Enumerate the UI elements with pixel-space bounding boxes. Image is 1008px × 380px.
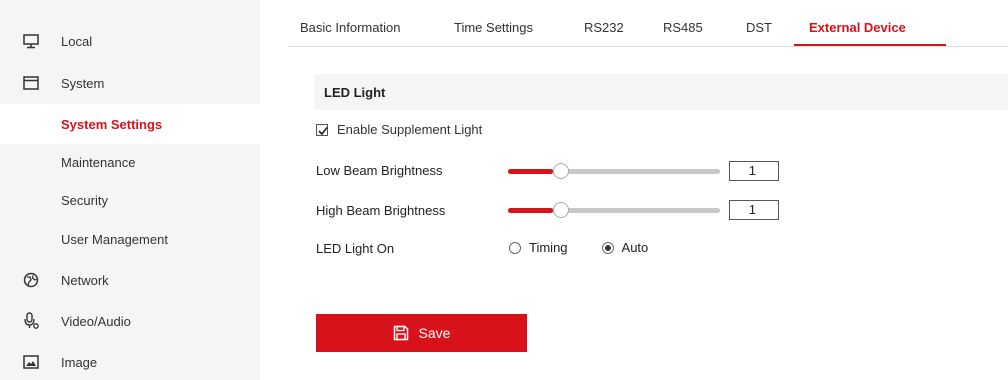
timing-radio[interactable] — [509, 241, 521, 254]
window-icon — [22, 74, 40, 92]
sidebar-item-maintenance[interactable]: Maintenance — [0, 142, 260, 182]
tab-time-settings[interactable]: Time Settings — [454, 10, 533, 46]
sidebar-item-system-settings[interactable]: System Settings — [0, 104, 260, 144]
sidebar-item-system[interactable]: System — [0, 63, 260, 103]
sidebar-item-label: Video/Audio — [61, 313, 131, 329]
enable-supplement-light-label: Enable Supplement Light — [337, 122, 483, 137]
sidebar-item-user-management[interactable]: User Management — [0, 219, 260, 259]
low-beam-label: Low Beam Brightness — [316, 163, 443, 178]
low-beam-slider[interactable] — [508, 163, 720, 179]
sidebar-item-local[interactable]: Local — [0, 21, 260, 61]
low-beam-value-input[interactable]: 1 — [729, 161, 779, 181]
tab-external-device[interactable]: External Device — [809, 10, 906, 46]
save-button-label: Save — [418, 325, 451, 341]
sidebar-item-label: Security — [61, 192, 108, 208]
sidebar-item-security[interactable]: Security — [0, 180, 260, 220]
sidebar-item-video-audio[interactable]: Video/Audio — [0, 301, 260, 341]
sidebar-item-label: System — [61, 75, 105, 91]
high-beam-value-input[interactable]: 1 — [729, 200, 779, 220]
enable-supplement-light-row[interactable]: Enable Supplement Light — [316, 122, 482, 137]
save-button[interactable]: Save — [316, 314, 527, 352]
microphone-icon — [22, 312, 40, 330]
high-beam-label: High Beam Brightness — [316, 203, 446, 218]
auto-radio-label: Auto — [621, 240, 649, 255]
sidebar-item-label: Image — [61, 354, 98, 370]
sidebar-item-label: System Settings — [61, 116, 163, 132]
floppy-disk-icon — [393, 325, 409, 341]
slider-fill — [508, 208, 553, 213]
active-tab-indicator — [794, 44, 946, 46]
tab-dst[interactable]: DST — [746, 10, 772, 46]
sidebar-item-label: Maintenance — [61, 154, 136, 170]
section-header: LED Light — [314, 74, 1008, 110]
slider-thumb[interactable] — [553, 202, 569, 218]
sidebar-item-label: Network — [61, 272, 109, 288]
auto-radio[interactable] — [601, 241, 614, 254]
monitor-icon — [22, 32, 40, 50]
section-title: LED Light — [324, 84, 386, 100]
sidebar-item-network[interactable]: Network — [0, 260, 260, 300]
sidebar-item-label: Local — [61, 33, 93, 49]
sidebar-item-label: User Management — [61, 231, 168, 247]
image-icon — [22, 353, 40, 371]
enable-supplement-light-checkbox[interactable] — [316, 123, 328, 136]
led-light-on-radio-group: Timing Auto — [509, 240, 648, 255]
slider-fill — [508, 169, 553, 174]
tab-basic-information[interactable]: Basic Information — [300, 10, 400, 46]
checkmark-icon — [318, 126, 328, 135]
tab-rs232[interactable]: RS232 — [584, 10, 624, 46]
tab-bar: Basic Information Time Settings RS232 RS… — [288, 10, 1008, 46]
led-light-on-label: LED Light On — [316, 241, 395, 256]
slider-thumb[interactable] — [553, 163, 569, 179]
tab-rs485[interactable]: RS485 — [663, 10, 703, 46]
sidebar-item-image[interactable]: Image — [0, 342, 260, 380]
tab-divider — [288, 46, 1008, 47]
sidebar: Local System System Settings Maintenance… — [0, 0, 260, 380]
high-beam-slider[interactable] — [508, 202, 720, 218]
timing-radio-label: Timing — [529, 240, 568, 255]
globe-icon — [22, 271, 40, 289]
